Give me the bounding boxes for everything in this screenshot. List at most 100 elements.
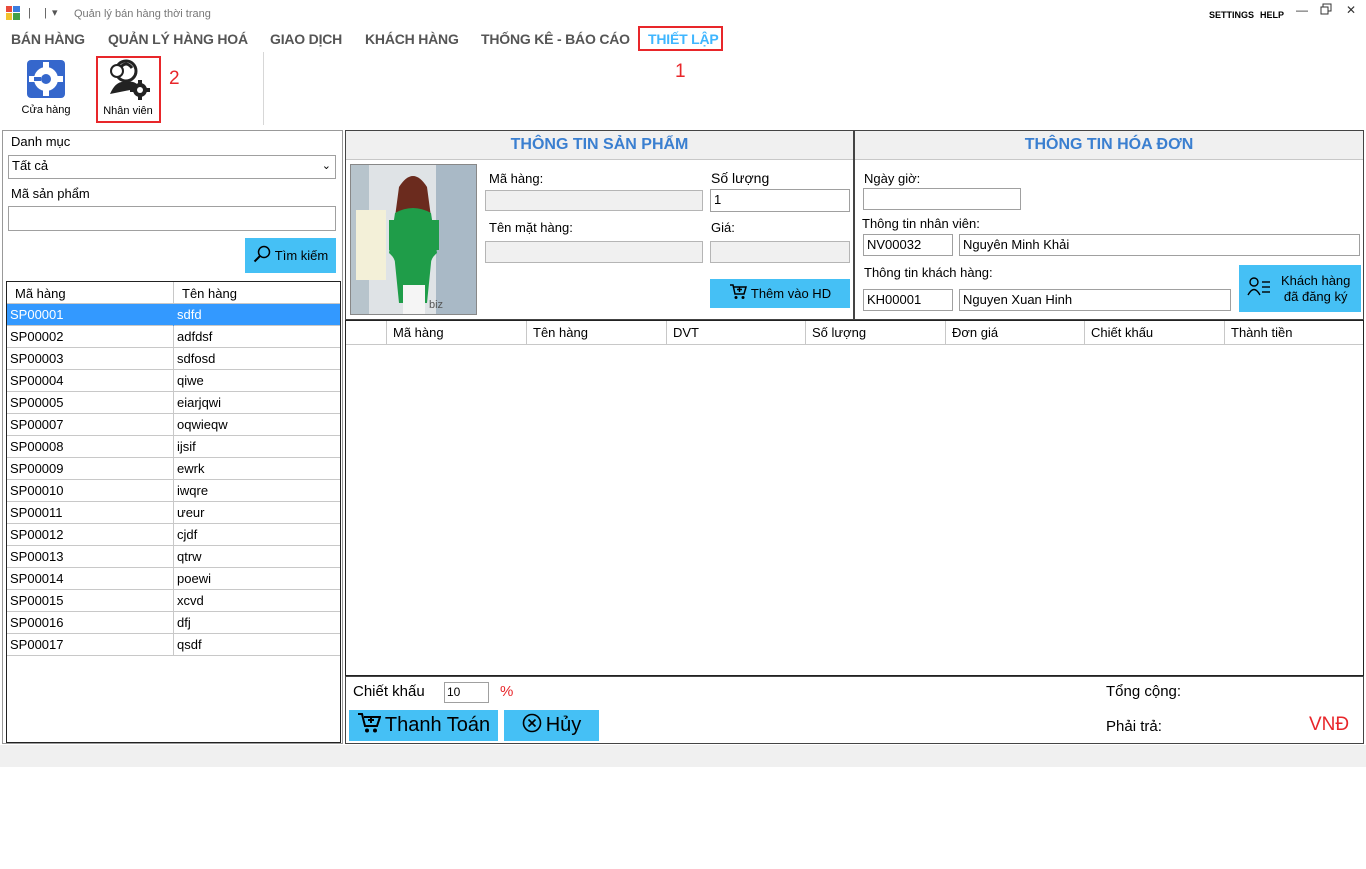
app-icon[interactable] [6,6,20,20]
column-header-row-select[interactable] [346,321,387,345]
user-list-icon [1247,276,1271,301]
product-code-cell: SP00014 [10,571,64,586]
table-row[interactable]: SP00014 poewi [7,568,340,590]
column-header-unit[interactable]: DVT [667,321,806,345]
minimize-icon[interactable]: — [1296,3,1308,17]
discount-input[interactable]: 10 [444,682,489,703]
product-code-cell: SP00013 [10,549,64,564]
annotation-box-1 [638,26,723,51]
table-row[interactable]: SP00009 ewrk [7,458,340,480]
category-select[interactable]: Tất cả ⌄ [8,155,336,179]
product-name-cell: ewrk [177,461,205,476]
table-row[interactable]: SP00015 xcvd [7,590,340,612]
product-code-cell: SP00003 [10,351,64,366]
store-gear-icon [26,59,66,99]
table-row[interactable]: SP00005 eiarjqwi [7,392,340,414]
product-code-field-label: Mã hàng: [489,171,544,186]
registered-customers-button[interactable]: Khách hàng đã đăng ký [1239,265,1361,312]
product-code-cell: SP00010 [10,483,64,498]
toolbar-separator: | [28,7,31,19]
table-row[interactable]: SP00002 adfdsf [7,326,340,348]
product-name-label: Tên mặt hàng: [489,220,573,235]
table-row[interactable]: SP00011 ưeur [7,502,340,524]
quantity-input[interactable]: 1 [710,189,850,212]
product-name-field[interactable] [485,241,703,263]
tab-thong-ke-bao-cao[interactable]: THỐNG KÊ - BÁO CÁO [481,31,630,47]
store-button[interactable]: Cửa hàng [16,59,76,116]
tab-giao-dich[interactable]: GIAO DỊCH [270,31,342,47]
datetime-field[interactable] [863,188,1021,210]
invoice-info-panel: THÔNG TIN HÓA ĐƠN Ngày giờ: Thông tin nh… [854,130,1364,320]
product-code-cell: SP00001 [10,307,64,322]
toolbar-separator: | [44,7,47,19]
table-row[interactable]: SP00007 oqwieqw [7,414,340,436]
column-header-amount[interactable]: Thành tiền [1225,321,1363,345]
column-header-discount[interactable]: Chiết khấu [1085,321,1225,345]
cancel-button[interactable]: Hủy [504,710,599,741]
table-row[interactable]: SP00013 qtrw [7,546,340,568]
table-row[interactable]: SP00001 sdfd [7,304,340,326]
table-row[interactable]: SP00004 qiwe [7,370,340,392]
product-table: Mã hàng Tên hàng SP00001 sdfd SP00002 adfds… [6,281,341,743]
staff-name-field[interactable]: Nguyên Minh Khải [959,234,1360,256]
table-row[interactable]: SP00017 qsdf [7,634,340,656]
product-code-cell: SP00009 [10,461,64,476]
help-link[interactable]: HELP [1260,10,1284,20]
product-code-input[interactable] [8,206,336,231]
restore-icon[interactable] [1320,3,1332,18]
table-row[interactable]: SP00012 cjdf [7,524,340,546]
product-name-cell: poewi [177,571,211,586]
product-code-field[interactable] [485,190,703,211]
customer-info-label: Thông tin khách hàng: [864,265,993,280]
product-code-label: Mã sản phẩm [11,186,90,201]
product-code-cell: SP00016 [10,615,64,630]
staff-id-field[interactable]: NV00032 [863,234,953,256]
table-row[interactable]: SP00010 iwqre [7,480,340,502]
tab-khach-hang[interactable]: KHÁCH HÀNG [365,31,459,47]
customer-name-field[interactable]: Nguyen Xuan Hinh [959,289,1231,311]
invoice-table: Mã hàng Tên hàng DVT Số lượng Đơn giá Ch… [345,320,1364,676]
price-label: Giá: [711,220,735,235]
product-name-cell: qsdf [177,637,202,652]
product-code-cell: SP00002 [10,329,64,344]
product-search-panel: Danh mục Tất cả ⌄ Mã sản phẩm Tìm kiếm M… [2,130,343,744]
product-code-cell: SP00012 [10,527,64,542]
annotation-marker-2: 2 [169,68,180,89]
product-name-cell: eiarjqwi [177,395,222,410]
search-button[interactable]: Tìm kiếm [245,238,336,273]
checkout-button[interactable]: Thanh Toán [349,710,498,741]
add-to-invoice-button[interactable]: Thêm vào HD [710,279,850,308]
table-row[interactable]: SP00016 dfj [7,612,340,634]
column-header-quantity[interactable]: Số lượng [806,321,946,345]
window-title: Quản lý bán hàng thời trang [74,8,211,20]
product-name-cell: dfj [177,615,191,630]
column-header-name[interactable]: Tên hàng [527,321,667,345]
product-image: biz [350,164,477,315]
tab-ban-hang[interactable]: BÁN HÀNG [11,31,85,47]
product-name-cell: cjdf [177,527,198,542]
customer-id-field[interactable]: KH00001 [863,289,953,311]
cancel-button-label: Hủy [545,714,582,736]
product-code-cell: SP00004 [10,373,64,388]
currency-label: VNĐ [1309,714,1350,735]
price-field[interactable] [710,241,850,263]
column-header-name[interactable]: Tên hàng [182,286,237,301]
column-header-code[interactable]: Mã hàng [15,286,66,301]
total-label: Tổng cộng: [1106,683,1182,700]
column-header-code[interactable]: Mã hàng [387,321,527,345]
cart-plus-icon [729,284,747,303]
title-bar: | | ▾ Quản lý bán hàng thời trang SETTIN… [0,0,1366,28]
close-icon[interactable]: ✕ [1346,3,1356,17]
totals-panel: Chiết khấu 10 % Thanh Toán Hủy Tổng cộng… [345,676,1364,744]
table-row[interactable]: SP00008 ijsif [7,436,340,458]
product-name-cell: sdfd [177,307,202,322]
quick-access-dropdown-icon[interactable]: ▾ [52,6,58,19]
column-header-unit-price[interactable]: Đơn giá [946,321,1085,345]
table-row[interactable]: SP00003 sdfosd [7,348,340,370]
datetime-label: Ngày giờ: [864,171,921,186]
search-icon [253,245,271,266]
tab-quan-ly-hang-hoa[interactable]: QUẢN LÝ HÀNG HOÁ [108,31,248,47]
ribbon-divider [263,52,264,125]
settings-link[interactable]: SETTINGS [1209,10,1254,20]
product-name-cell: iwqre [177,483,209,498]
